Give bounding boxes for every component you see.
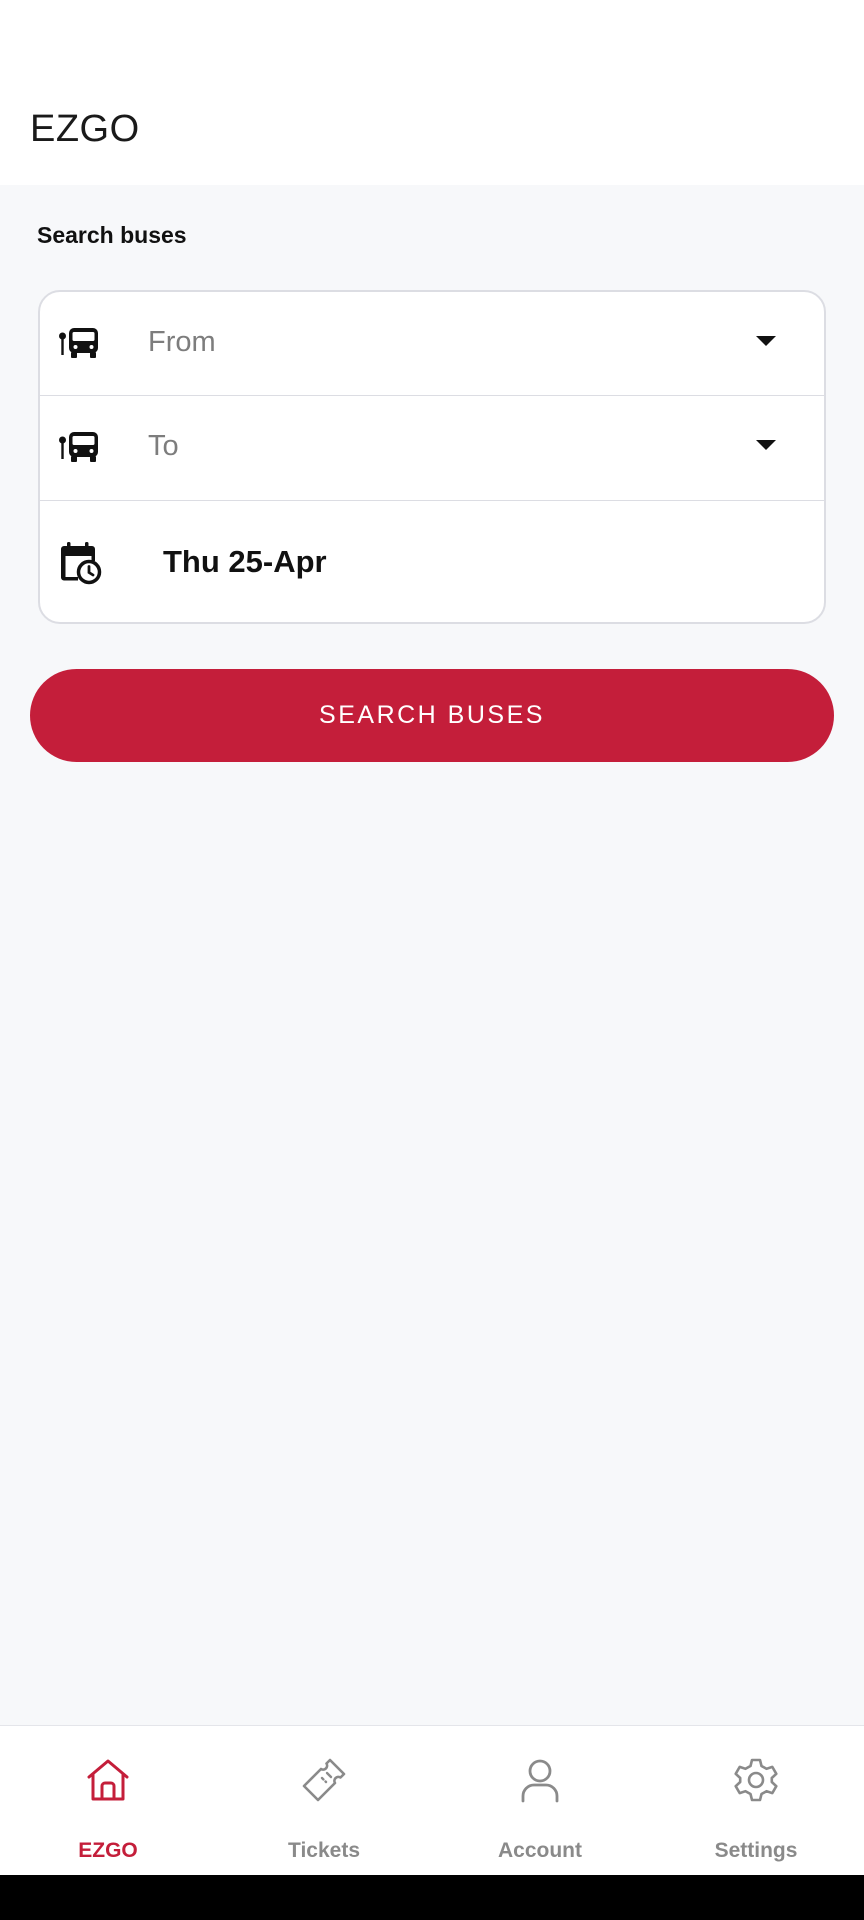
caret-down-icon[interactable] bbox=[756, 336, 776, 346]
from-field[interactable]: From bbox=[40, 292, 824, 396]
ticket-icon bbox=[300, 1756, 348, 1804]
status-bar-area bbox=[0, 0, 864, 80]
section-title: Search buses bbox=[37, 222, 187, 248]
nav-label-settings: Settings bbox=[714, 1839, 798, 1862]
search-form-card: From To Thu 25-Apr bbox=[38, 290, 826, 624]
nav-item-settings[interactable]: Settings bbox=[648, 1726, 864, 1876]
nav-item-tickets[interactable]: Tickets bbox=[216, 1726, 432, 1876]
home-icon bbox=[84, 1756, 132, 1804]
caret-down-icon[interactable] bbox=[756, 440, 776, 450]
nav-label-account: Account bbox=[498, 1839, 582, 1862]
app-bar: EZGO bbox=[0, 80, 864, 185]
bottom-navigation: EZGO Tickets Account Settings bbox=[0, 1725, 864, 1875]
person-icon bbox=[516, 1756, 564, 1804]
date-field[interactable]: Thu 25-Apr bbox=[40, 501, 824, 622]
bus-stop-icon bbox=[58, 426, 102, 470]
travel-date: Thu 25-Apr bbox=[163, 544, 327, 579]
search-buses-button[interactable]: SEARCH BUSES bbox=[30, 669, 834, 762]
to-field[interactable]: To bbox=[40, 396, 824, 501]
system-navigation-bar bbox=[0, 1875, 864, 1920]
to-placeholder: To bbox=[148, 430, 179, 462]
calendar-clock-icon bbox=[58, 541, 102, 585]
nav-label-home: EZGO bbox=[78, 1839, 138, 1862]
app-title: EZGO bbox=[30, 108, 140, 150]
nav-item-home[interactable]: EZGO bbox=[0, 1726, 216, 1876]
nav-item-account[interactable]: Account bbox=[432, 1726, 648, 1876]
gear-icon bbox=[732, 1756, 780, 1804]
bus-stop-icon bbox=[58, 322, 102, 366]
from-placeholder: From bbox=[148, 326, 216, 358]
nav-label-tickets: Tickets bbox=[288, 1839, 360, 1862]
